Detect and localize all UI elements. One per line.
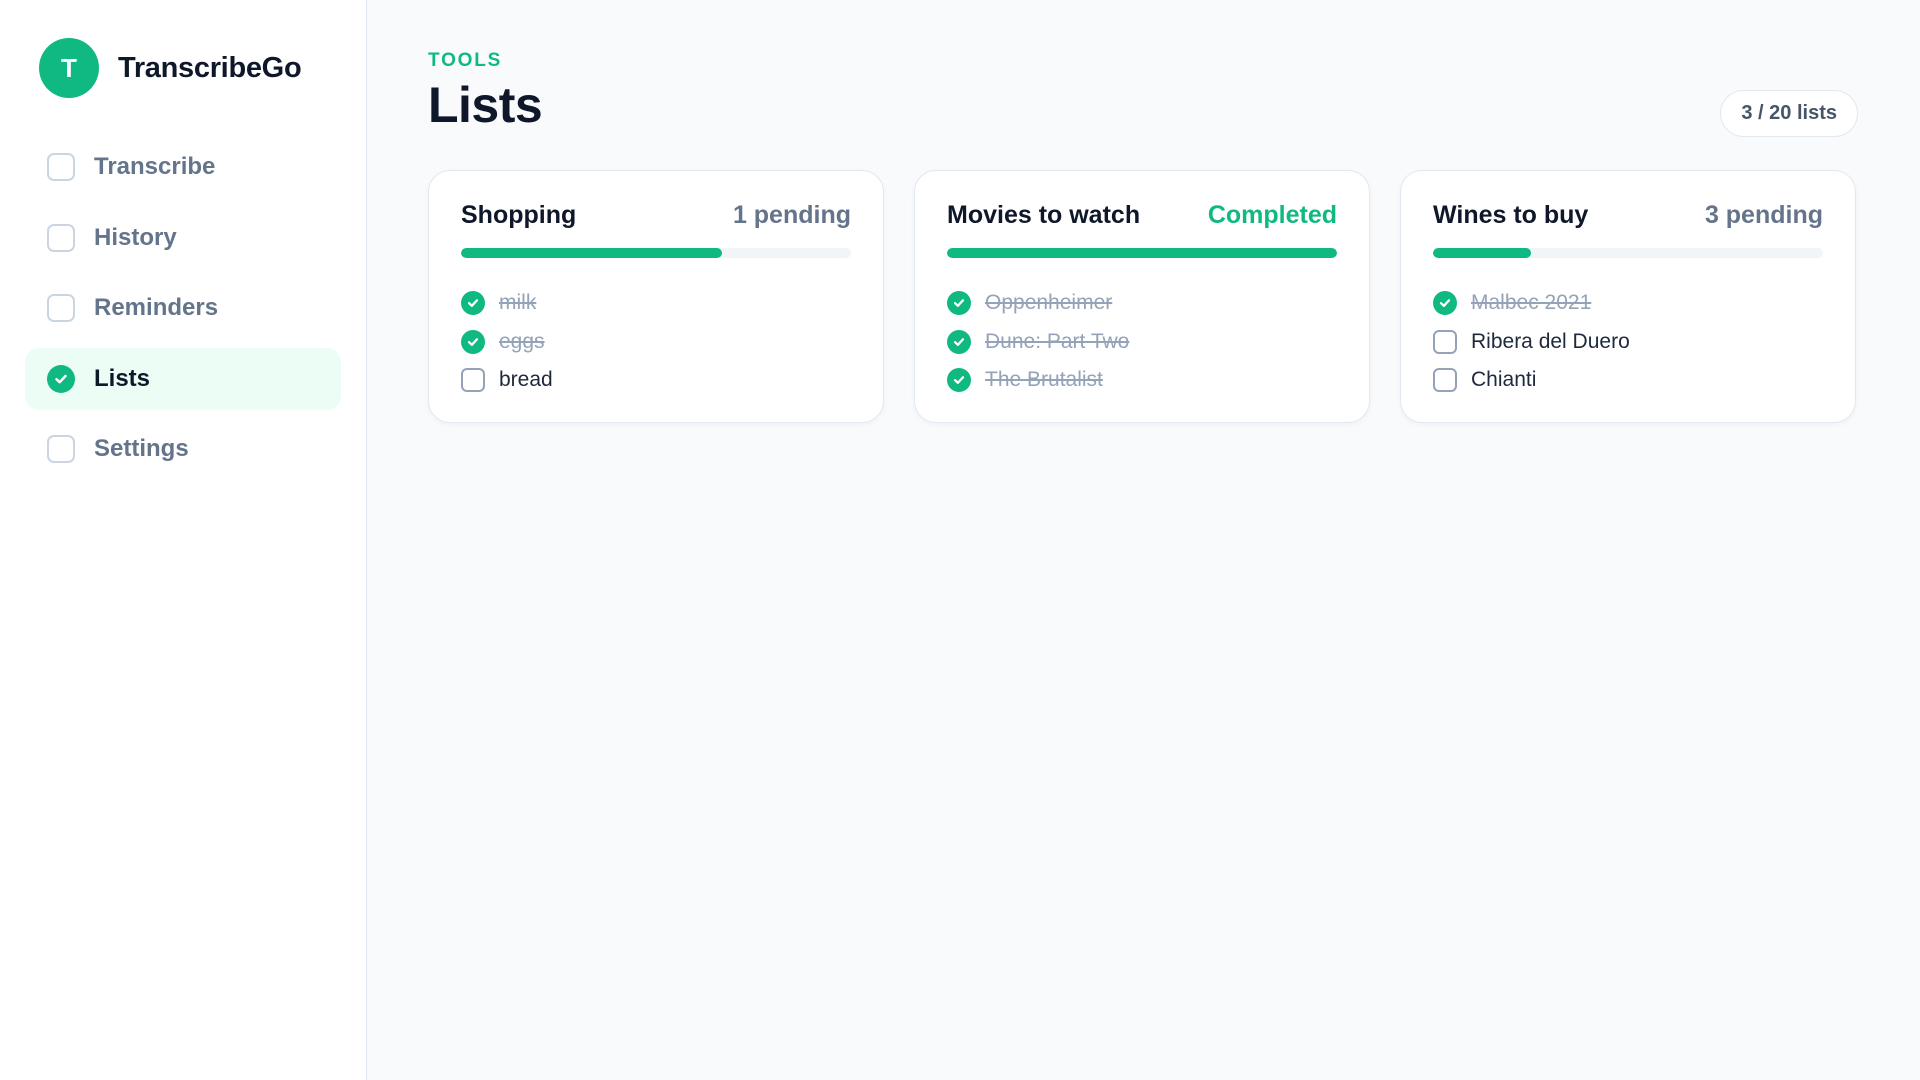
sidebar-item-label: History	[94, 223, 177, 251]
list-progress-fill	[461, 248, 723, 258]
check-circle-icon	[47, 364, 75, 393]
checkbox-icon	[47, 223, 75, 252]
sidebar-item-transcribe[interactable]: Transcribe	[25, 136, 341, 198]
checkbox-icon	[47, 294, 75, 322]
checkbox-icon	[47, 435, 75, 463]
list-progress-bar	[461, 248, 851, 258]
check-circle-icon[interactable]	[947, 291, 971, 316]
list-item-text: Oppenheimer	[985, 291, 1113, 315]
list-item[interactable]: eggs	[461, 323, 851, 362]
checkbox-icon	[47, 153, 75, 181]
list-title: Movies to watch	[947, 201, 1141, 229]
list-item[interactable]: Malbec 2021	[1433, 284, 1823, 323]
sidebar-item-label: Transcribe	[94, 153, 216, 180]
sidebar-item-settings[interactable]: Settings	[25, 418, 341, 480]
sidebar-nav: Transcribe History Reminders Lists Setti…	[25, 136, 341, 480]
list-card-header: Wines to buy 3 pending	[1433, 201, 1823, 230]
sidebar: T TranscribeGo Transcribe History Remind…	[0, 0, 367, 1080]
list-item[interactable]: milk	[461, 284, 851, 323]
list-item-text: Chianti	[1471, 368, 1537, 392]
list-item-text: The Brutalist	[985, 368, 1103, 392]
list-card[interactable]: Movies to watch Completed Oppenheimer Dune:…	[914, 170, 1370, 423]
checkbox-icon[interactable]	[461, 368, 485, 393]
check-circle-icon[interactable]	[947, 368, 971, 393]
sidebar-item-reminders[interactable]: Reminders	[25, 277, 341, 339]
list-items: Oppenheimer Dune: Part Two The Brutalist	[947, 284, 1337, 400]
list-item[interactable]: The Brutalist	[947, 361, 1337, 400]
list-item-text: milk	[499, 291, 537, 315]
page-title: Lists	[428, 77, 543, 133]
list-progress-fill	[1433, 248, 1531, 258]
list-status: 3 pending	[1704, 201, 1823, 229]
brand-name: TranscribeGo	[118, 51, 302, 84]
checkbox-icon[interactable]	[1433, 329, 1457, 354]
sidebar-item-label: Reminders	[94, 294, 219, 321]
list-item-text: eggs	[499, 329, 545, 353]
lists-grid: Shopping 1 pending milk eggs bread Movies to …	[428, 170, 1858, 423]
brand-logo-icon: T	[39, 38, 99, 98]
main-content: TOOLS Lists 3 / 20 lists Shopping 1 pendi…	[367, 0, 1920, 1080]
sidebar-item-history[interactable]: History	[25, 207, 341, 269]
sidebar-item-label: Settings	[94, 435, 189, 462]
list-status: Completed	[1207, 201, 1337, 229]
list-item[interactable]: Oppenheimer	[947, 284, 1337, 323]
app-root: T TranscribeGo Transcribe History Remind…	[0, 0, 1920, 1080]
list-item[interactable]: bread	[461, 361, 851, 400]
check-circle-icon[interactable]	[1433, 291, 1457, 316]
sidebar-item-lists[interactable]: Lists	[25, 347, 341, 410]
list-card-header: Shopping 1 pending	[461, 201, 851, 230]
check-circle-icon[interactable]	[461, 291, 485, 316]
list-title: Wines to buy	[1433, 201, 1589, 229]
list-item[interactable]: Ribera del Duero	[1433, 323, 1823, 362]
list-count-badge: 3 / 20 lists	[1720, 90, 1858, 137]
list-card-header: Movies to watch Completed	[947, 201, 1337, 230]
check-circle-icon[interactable]	[947, 329, 971, 354]
list-item[interactable]: Chianti	[1433, 361, 1823, 400]
list-progress-bar	[1433, 248, 1823, 258]
brand: T TranscribeGo	[39, 38, 341, 98]
sidebar-item-label: Lists	[94, 364, 151, 392]
list-items: milk eggs bread	[461, 284, 851, 400]
list-progress-fill	[947, 248, 1337, 258]
list-item[interactable]: Dune: Part Two	[947, 323, 1337, 362]
list-items: Malbec 2021 Ribera del Duero Chianti	[1433, 284, 1823, 400]
list-card[interactable]: Wines to buy 3 pending Malbec 2021 Ribera d…	[1400, 170, 1856, 423]
list-item-text: bread	[499, 368, 553, 392]
section-eyebrow: TOOLS	[428, 50, 503, 71]
check-circle-icon[interactable]	[461, 329, 485, 354]
list-title: Shopping	[461, 201, 577, 229]
list-status: 1 pending	[732, 201, 851, 229]
list-item-text: Ribera del Duero	[1471, 329, 1630, 353]
list-card[interactable]: Shopping 1 pending milk eggs bread	[428, 170, 884, 423]
checkbox-icon[interactable]	[1433, 368, 1457, 393]
list-progress-bar	[947, 248, 1337, 258]
list-item-text: Malbec 2021	[1471, 291, 1592, 315]
list-item-text: Dune: Part Two	[985, 329, 1130, 353]
